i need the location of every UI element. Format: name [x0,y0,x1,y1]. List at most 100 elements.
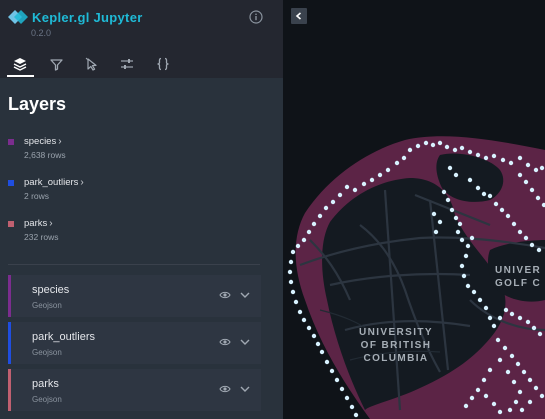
species-point[interactable] [467,177,473,183]
layer-card-species[interactable]: species Geojson [8,275,261,317]
species-point[interactable] [517,229,523,235]
species-point[interactable] [353,412,359,418]
species-point[interactable] [352,187,358,193]
species-point[interactable] [495,337,501,343]
species-point[interactable] [483,393,489,399]
collapse-panel-button[interactable] [291,8,307,24]
species-point[interactable] [315,341,321,347]
species-point[interactable] [290,249,296,255]
species-point[interactable] [517,389,523,395]
tab-interactions[interactable] [78,50,106,78]
species-point[interactable] [453,172,459,178]
species-point[interactable] [539,165,545,171]
species-point[interactable] [497,315,503,321]
species-point[interactable] [459,263,465,269]
species-point[interactable] [513,399,519,405]
species-point[interactable] [537,331,543,337]
species-point[interactable] [301,317,307,323]
species-point[interactable] [487,193,493,199]
species-point[interactable] [523,179,529,185]
map-canvas[interactable]: UNIVERSITY OF BRITISH COLUMBIA UNIVER GO… [283,0,545,419]
species-point[interactable] [517,315,523,321]
species-point[interactable] [449,207,455,213]
species-point[interactable] [455,229,461,235]
species-point[interactable] [334,377,340,383]
species-point[interactable] [515,361,521,367]
info-icon[interactable] [249,10,263,24]
species-point[interactable] [535,195,541,201]
species-point[interactable] [401,155,407,161]
species-point[interactable] [497,409,503,415]
species-point[interactable] [337,192,343,198]
species-point[interactable] [475,387,481,393]
species-point[interactable] [533,385,539,391]
tab-config[interactable] [149,50,177,78]
species-point[interactable] [508,160,514,166]
eye-icon[interactable] [219,337,231,347]
species-point[interactable] [306,229,312,235]
species-point[interactable] [329,368,335,374]
species-point[interactable] [517,172,523,178]
species-point[interactable] [377,172,383,178]
species-point[interactable] [457,221,463,227]
species-point[interactable] [287,269,293,275]
layer-card-parks[interactable]: parks Geojson [8,369,261,411]
species-point[interactable] [306,325,312,331]
species-point[interactable] [319,349,325,355]
eye-icon[interactable] [219,384,231,394]
species-point[interactable] [517,155,523,161]
species-point[interactable] [465,243,471,249]
species-point[interactable] [453,215,459,221]
species-point[interactable] [407,147,413,153]
species-point[interactable] [503,307,509,313]
species-point[interactable] [487,367,493,373]
species-point[interactable] [465,283,471,289]
species-point[interactable] [500,157,506,163]
species-point[interactable] [459,145,465,151]
species-point[interactable] [290,289,296,295]
species-point[interactable] [505,213,511,219]
species-point[interactable] [497,357,503,363]
chevron-down-icon[interactable] [239,289,251,301]
species-point[interactable] [509,311,515,317]
species-point[interactable] [463,253,469,259]
species-point[interactable] [475,152,481,158]
species-point[interactable] [481,377,487,383]
species-point[interactable] [491,401,497,407]
species-point[interactable] [430,142,436,148]
species-point[interactable] [527,399,533,405]
species-point[interactable] [441,189,447,195]
species-point[interactable] [483,305,489,311]
species-point[interactable] [493,201,499,207]
species-point[interactable] [445,197,451,203]
chevron-down-icon[interactable] [239,336,251,348]
species-point[interactable] [317,213,323,219]
species-point[interactable] [301,237,307,243]
species-point[interactable] [539,393,545,399]
species-point[interactable] [527,377,533,383]
species-point[interactable] [288,279,294,285]
layer-card-park-outliers[interactable]: park_outliers Geojson [8,322,261,364]
species-point[interactable] [293,299,299,305]
species-point[interactable] [311,333,317,339]
species-point[interactable] [533,167,539,173]
tab-filters[interactable] [42,50,70,78]
species-point[interactable] [311,221,317,227]
species-point[interactable] [525,162,531,168]
species-point[interactable] [452,147,458,153]
species-point[interactable] [324,359,330,365]
species-point[interactable] [330,199,336,205]
species-point[interactable] [469,235,475,241]
species-point[interactable] [481,191,487,197]
species-point[interactable] [491,153,497,159]
species-point[interactable] [288,259,294,265]
tab-layers[interactable] [6,50,34,78]
species-point[interactable] [447,165,453,171]
species-point[interactable] [433,229,439,235]
species-point[interactable] [459,237,465,243]
species-point[interactable] [344,395,350,401]
species-point[interactable] [536,247,542,253]
species-point[interactable] [471,289,477,295]
species-point[interactable] [531,325,537,331]
species-point[interactable] [511,221,517,227]
